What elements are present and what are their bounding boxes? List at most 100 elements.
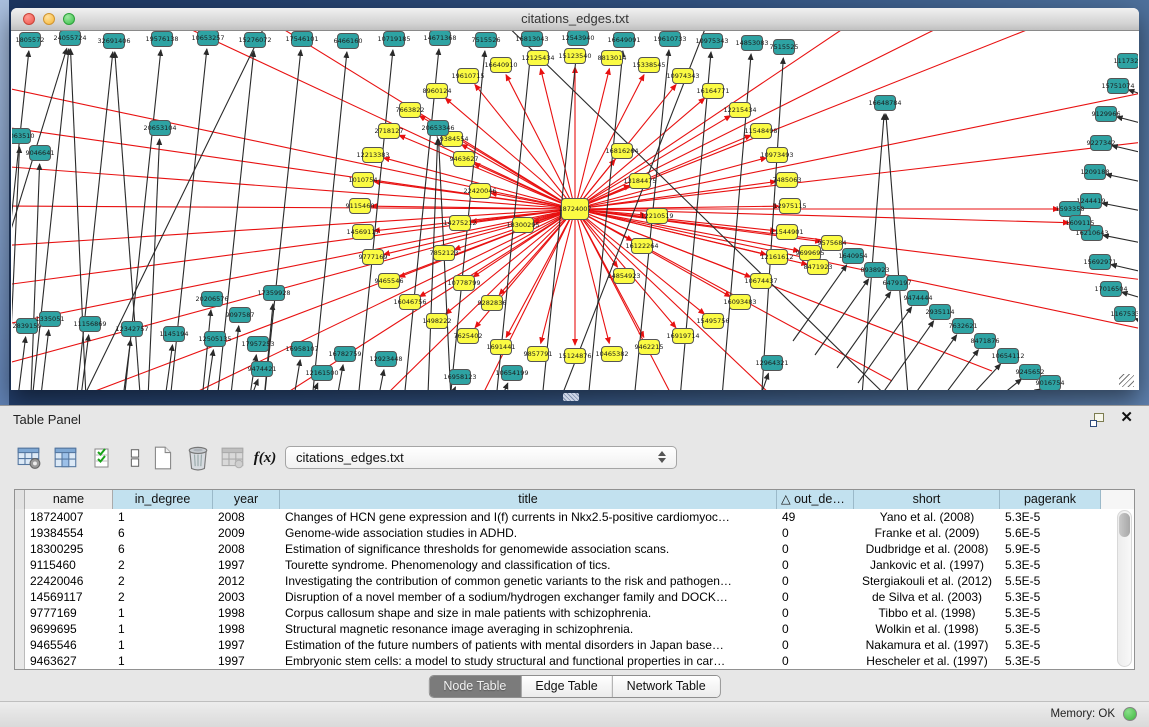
graph-node[interactable]: 9474421	[248, 362, 277, 377]
graph-node[interactable]: 12161612	[760, 250, 793, 265]
graph-node[interactable]: 9282836	[478, 296, 507, 311]
graph-node[interactable]: 1209188	[1081, 165, 1110, 180]
close-panel-icon[interactable]: ✕	[1120, 410, 1133, 426]
graph-node[interactable]: 1335051	[36, 312, 65, 327]
view-resize-grip[interactable]	[1119, 374, 1134, 387]
graph-node[interactable]: 7485063	[773, 173, 802, 188]
create-table-button[interactable]	[148, 443, 178, 473]
graph-node[interactable]: 12125434	[521, 51, 554, 66]
table-row[interactable]: 1830029562008Estimation of significance …	[15, 541, 1134, 557]
show-columns-button[interactable]	[51, 443, 81, 473]
graph-node[interactable]: 9129966	[1092, 107, 1121, 122]
graph-node[interactable]: 9046641	[26, 146, 55, 161]
graph-node[interactable]: 10654199	[495, 366, 528, 381]
graph-node[interactable]: 19610733	[653, 32, 686, 47]
graph-node[interactable]: 7625402	[454, 329, 483, 344]
graph-node[interactable]: 8960124	[423, 84, 452, 99]
graph-node[interactable]: 9462215	[635, 340, 664, 355]
graph-node[interactable]: 12342757	[115, 322, 148, 337]
graph-node[interactable]: 12923448	[369, 352, 402, 367]
graph-node[interactable]: 1167533	[1111, 307, 1138, 322]
function-builder-button[interactable]: f(x)	[250, 443, 280, 473]
graph-node[interactable]: 9227342	[1087, 136, 1116, 151]
graph-node[interactable]: 9474444	[904, 291, 933, 306]
graph-node[interactable]: 16919714	[666, 329, 699, 344]
graph-node[interactable]: 1117323	[1114, 54, 1138, 69]
graph-node[interactable]: 6466160	[334, 34, 363, 49]
graph-node[interactable]: 7852123	[430, 246, 459, 261]
graph-node[interactable]: 1609115	[1066, 216, 1095, 231]
graph-node[interactable]: 9016754	[1036, 376, 1065, 391]
graph-node[interactable]: 2839159	[13, 319, 42, 334]
graph-node[interactable]: 9115460	[346, 199, 375, 214]
graph-node[interactable]: 7632621	[949, 319, 978, 334]
graph-node[interactable]: 1805572	[16, 33, 45, 48]
graph-node[interactable]: 16648784	[868, 96, 901, 111]
graph-node[interactable]: 12213383	[356, 148, 389, 163]
vertical-scrollbar[interactable]	[1117, 510, 1132, 667]
tab-edge-table[interactable]: Edge Table	[521, 676, 612, 697]
graph-node[interactable]: 9777169	[359, 250, 388, 265]
graph-node[interactable]: 16816264	[605, 144, 638, 159]
graph-node[interactable]: 16649091	[607, 33, 640, 48]
row-selection-mode-button[interactable]	[88, 443, 118, 473]
graph-node[interactable]: 14671368	[423, 31, 456, 46]
graph-node[interactable]: 16093483	[723, 295, 756, 310]
graph-node[interactable]: 1498222	[423, 314, 452, 329]
column-header-pagerank[interactable]: pagerank	[1000, 490, 1101, 509]
tab-node-table[interactable]: Node Table	[429, 676, 521, 697]
graph-node[interactable]: 1691441	[487, 340, 516, 355]
graph-node[interactable]: 7663822	[396, 103, 425, 118]
graph-node[interactable]: 7515526	[472, 33, 501, 48]
graph-node[interactable]: 7515525	[770, 40, 799, 55]
graph-node[interactable]: 8938923	[861, 263, 890, 278]
table-row[interactable]: 1456911722003Disruption of a novel membe…	[15, 589, 1134, 605]
graph-node[interactable]: 10973493	[760, 148, 793, 163]
graph-node[interactable]: 12215434	[723, 103, 756, 118]
table-row[interactable]: 2242004622012Investigating the contribut…	[15, 573, 1134, 589]
graph-node[interactable]: 15751074	[1101, 79, 1134, 94]
graph-node[interactable]: 9097587	[226, 308, 255, 323]
column-header-in_degree[interactable]: in_degree	[113, 490, 213, 509]
table-row[interactable]: 969969511998Structural magnetic resonanc…	[15, 621, 1134, 637]
graph-node[interactable]: 12964321	[755, 356, 788, 371]
graph-node[interactable]: 1145194	[160, 327, 189, 342]
graph-node[interactable]: 15692971	[1083, 255, 1116, 270]
column-header-year[interactable]: year	[213, 490, 280, 509]
graph-node[interactable]: 8813014	[598, 51, 627, 66]
graph-node[interactable]: 11156869	[73, 317, 106, 332]
graph-node[interactable]: 10719185	[377, 32, 410, 47]
column-header-out_degree[interactable]: △ out_de…	[777, 490, 854, 509]
graph-node[interactable]: 12505135	[198, 332, 231, 347]
graph-node[interactable]: 9463627	[450, 152, 479, 167]
rows-button[interactable]	[120, 443, 150, 473]
graph-node[interactable]: 1640954	[839, 249, 868, 264]
graph-node[interactable]: 9857791	[524, 347, 553, 362]
graph-node[interactable]: 16958123	[443, 370, 476, 385]
graph-node[interactable]: 15338545	[632, 58, 665, 73]
table-row[interactable]: 1872400712008Changes of HCN gene express…	[15, 509, 1134, 525]
graph-node[interactable]: 8471876	[971, 334, 1000, 349]
graph-node[interactable]: 32691406	[97, 34, 130, 49]
delete-table-button[interactable]	[183, 443, 213, 473]
scrollbar-thumb[interactable]	[1119, 513, 1130, 537]
tab-network-table[interactable]: Network Table	[613, 676, 720, 697]
window-titlebar[interactable]: citations_edges.txt	[11, 8, 1139, 31]
table-row[interactable]: 911546021997Tourette syndrome. Phenomeno…	[15, 557, 1134, 573]
graph-node[interactable]: 10974343	[666, 69, 699, 84]
graph-node[interactable]: 15276072	[238, 33, 271, 48]
panel-resize-grip[interactable]	[563, 393, 579, 401]
network-canvas[interactable]: 1872400712975115748506310973493115484981…	[12, 31, 1138, 390]
graph-node[interactable]: 15124876	[558, 349, 591, 364]
import-table-button-disabled[interactable]	[218, 443, 248, 473]
table-row[interactable]: 1938455462009Genome-wide association stu…	[15, 525, 1134, 541]
graph-node[interactable]: 8471923	[804, 260, 833, 275]
graph-node[interactable]: 16640910	[484, 58, 517, 73]
graph-node[interactable]: 15123540	[558, 49, 591, 64]
graph-node[interactable]: 12543940	[561, 31, 594, 46]
graph-node[interactable]: 19576138	[145, 32, 178, 47]
graph-node[interactable]: 9575684	[818, 236, 847, 251]
graph-node[interactable]: 10654112	[991, 349, 1024, 364]
graph-node[interactable]: 6479197	[883, 276, 912, 291]
graph-node[interactable]: 2718127	[375, 124, 404, 139]
